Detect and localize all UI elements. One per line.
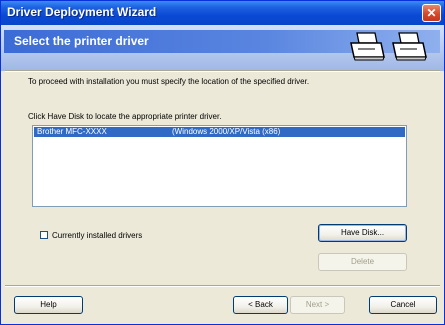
back-button[interactable]: < Back	[233, 296, 288, 314]
page-title: Select the printer driver	[14, 34, 149, 48]
footer-divider	[5, 285, 440, 287]
list-item[interactable]: Brother MFC-XXXX (Windows 2000/XP/Vista …	[34, 127, 405, 137]
driver-platform: (Windows 2000/XP/Vista (x86)	[172, 127, 281, 136]
next-label: Next >	[305, 300, 330, 309]
cancel-label: Cancel	[390, 300, 416, 309]
back-label: < Back	[248, 300, 273, 309]
have-disk-hint: Click Have Disk to locate the appropriat…	[28, 112, 222, 121]
close-button[interactable]: ✕	[422, 4, 441, 22]
driver-name: Brother MFC-XXXX	[37, 127, 107, 136]
printer-icon	[350, 32, 385, 61]
installed-drivers-label[interactable]: Currently installed drivers	[52, 231, 142, 240]
help-button[interactable]: Help	[14, 296, 83, 314]
installed-drivers-checkbox[interactable]	[40, 231, 48, 239]
delete-button[interactable]: Delete	[318, 253, 407, 271]
wizard-header: Select the printer driver	[1, 25, 444, 71]
delete-label: Delete	[350, 257, 375, 266]
help-label: Help	[40, 300, 57, 309]
title-bar[interactable]: Driver Deployment Wizard ✕	[1, 1, 444, 25]
driver-listbox[interactable]: Brother MFC-XXXX (Windows 2000/XP/Vista …	[32, 125, 407, 207]
next-button[interactable]: Next >	[290, 296, 345, 314]
instruction-text: To proceed with installation you must sp…	[28, 77, 310, 86]
header-divider	[5, 70, 440, 72]
wizard-window: Driver Deployment Wizard ✕ Select the pr…	[0, 0, 445, 325]
printer-icon	[392, 32, 427, 61]
have-disk-button[interactable]: Have Disk...	[318, 224, 407, 242]
close-icon: ✕	[426, 6, 437, 20]
have-disk-label: Have Disk...	[340, 228, 385, 237]
cancel-button[interactable]: Cancel	[369, 296, 437, 314]
window-title: Driver Deployment Wizard	[7, 5, 157, 19]
